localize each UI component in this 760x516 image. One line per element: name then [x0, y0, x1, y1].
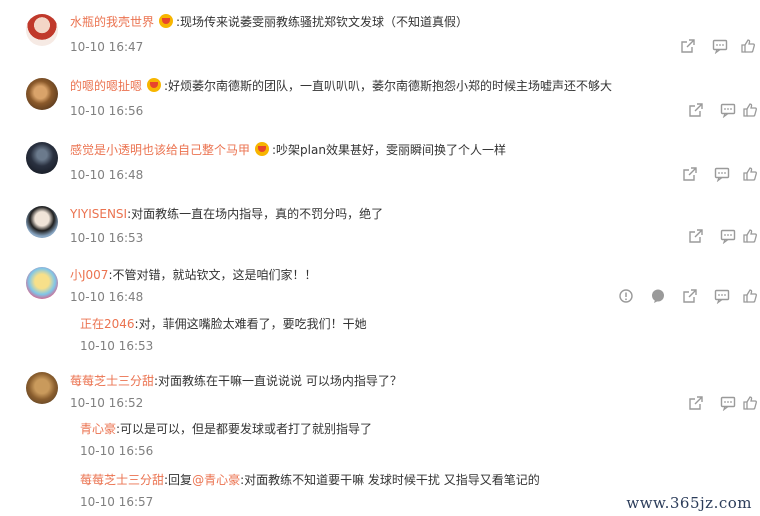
comment-time: 10-10 16:52: [70, 396, 144, 410]
comment-text: :对面教练在干嘛一直说说说 可以场内指导了？: [154, 374, 402, 388]
comment-text: :好烦萎尔南德斯的团队，一直叭叭叭，萎尔南德斯抱怨小郑的时候主场嘘声还不够大: [164, 79, 613, 93]
share-icon[interactable]: [688, 228, 704, 244]
comment-username[interactable]: 小J007: [70, 268, 108, 282]
avatar[interactable]: [26, 142, 58, 174]
reply-username[interactable]: 青心豪: [80, 422, 116, 436]
comment-item: 莓莓芝士三分甜:对面教练在干嘛一直说说说 可以场内指导了？ 10-10 16:5…: [0, 372, 760, 422]
reply-mention[interactable]: @青心豪: [192, 473, 240, 487]
comment-username[interactable]: 水瓶的我壳世界: [70, 15, 154, 29]
comment-time: 10-10 16:53: [70, 231, 144, 245]
bubble-icon[interactable]: [650, 288, 666, 304]
reply-time: 10-10 16:53: [80, 339, 154, 353]
comment-username[interactable]: 感觉是小透明也该给自己整个马甲: [70, 143, 250, 157]
comment-icon[interactable]: [712, 38, 728, 54]
share-icon[interactable]: [680, 38, 696, 54]
avatar[interactable]: [26, 206, 58, 238]
like-icon[interactable]: [742, 166, 758, 182]
share-icon[interactable]: [688, 395, 704, 411]
comment-text: :吵架plan效果甚好，雯丽瞬间换了个人一样: [272, 143, 506, 157]
comment-text: :现场传来说萎雯丽教练骚扰郑钦文发球（不知道真假）: [176, 15, 469, 29]
avatar[interactable]: [26, 267, 58, 299]
member-badge-icon: [255, 142, 270, 156]
comment-username[interactable]: 的嗯的嗯扯嗯: [70, 79, 142, 93]
comment-time: 10-10 16:56: [70, 104, 144, 118]
comment-icon[interactable]: [720, 102, 736, 118]
comment-item: 感觉是小透明也该给自己整个马甲 :吵架plan效果甚好，雯丽瞬间换了个人一样 10…: [0, 140, 760, 190]
comment-item: 水瓶的我壳世界 :现场传来说萎雯丽教练骚扰郑钦文发球（不知道真假） 10-10 1…: [0, 12, 760, 62]
comment-item: YIYISENSI:对面教练一直在场内指导，真的不罚分吗，绝了 10-10 16…: [0, 204, 760, 254]
reply-username[interactable]: 正在2046: [80, 317, 135, 331]
comment-username[interactable]: YIYISENSI: [70, 207, 127, 221]
reply-text: :可以是可以，但是都要发球或者打了就别指导了: [116, 422, 373, 436]
comment-text: :对面教练一直在场内指导，真的不罚分吗，绝了: [127, 207, 384, 221]
reply-item: 正在2046:对，菲佣这嘴脸太难看了，要吃我们！干她 10-10 16:53: [0, 316, 760, 356]
reply-time: 10-10 16:56: [80, 444, 154, 458]
comment-time: 10-10 16:48: [70, 168, 144, 182]
comment-text: :不管对错，就站钦文，这是咱们家！！: [108, 268, 317, 282]
like-icon[interactable]: [742, 288, 758, 304]
like-icon[interactable]: [740, 38, 756, 54]
member-badge-icon: [159, 14, 174, 28]
like-icon[interactable]: [742, 102, 758, 118]
comment-icon[interactable]: [720, 228, 736, 244]
reply-time: 10-10 16:57: [80, 495, 154, 509]
reply-text: :对面教练不知道要干嘛 发球时候干扰 又指导又看笔记的: [240, 473, 540, 487]
comment-username[interactable]: 莓莓芝士三分甜: [70, 374, 154, 388]
avatar[interactable]: [26, 372, 58, 404]
comment-icon[interactable]: [714, 288, 730, 304]
reply-username[interactable]: 莓莓芝士三分甜: [80, 473, 164, 487]
reply-text: :对，菲佣这嘴脸太难看了，要吃我们！干她: [134, 317, 367, 331]
comment-icon[interactable]: [714, 166, 730, 182]
share-icon[interactable]: [688, 102, 704, 118]
watermark: www.365jz.com: [626, 494, 752, 512]
share-icon[interactable]: [682, 288, 698, 304]
comment-time: 10-10 16:47: [70, 40, 144, 54]
like-icon[interactable]: [742, 395, 758, 411]
comment-icon[interactable]: [720, 395, 736, 411]
comment-time: 10-10 16:48: [70, 290, 144, 304]
avatar[interactable]: [26, 78, 58, 110]
share-icon[interactable]: [682, 166, 698, 182]
report-icon[interactable]: [618, 288, 634, 304]
member-badge-icon: [147, 78, 162, 92]
reply-item: 青心豪:可以是可以，但是都要发球或者打了就别指导了 10-10 16:56: [0, 421, 760, 461]
reply-prefix: :回复: [164, 473, 193, 487]
comment-item: 的嗯的嗯扯嗯 :好烦萎尔南德斯的团队，一直叭叭叭，萎尔南德斯抱怨小郑的时候主场嘘声…: [0, 76, 760, 126]
avatar[interactable]: [26, 14, 58, 46]
like-icon[interactable]: [742, 228, 758, 244]
